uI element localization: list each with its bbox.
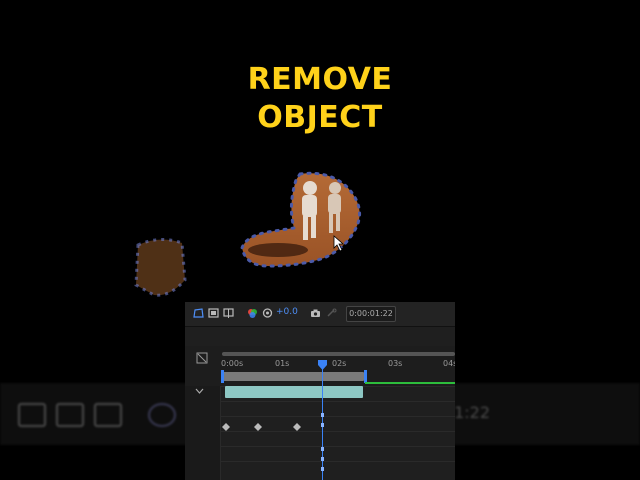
ghost-channels-icon — [148, 403, 176, 427]
ghost-mask-icon — [18, 403, 46, 427]
title-line-2: OBJECT — [257, 100, 383, 135]
mask-icon[interactable] — [193, 308, 204, 318]
tick-label: 02s — [332, 359, 347, 368]
masked-scene-preview[interactable] — [238, 166, 370, 270]
region-icon[interactable] — [208, 308, 219, 318]
table-row[interactable] — [220, 461, 455, 477]
tick-label: 03s — [388, 359, 403, 368]
work-area-start-handle[interactable] — [221, 370, 224, 383]
playhead-markers — [321, 413, 324, 471]
playhead-icon[interactable] — [318, 360, 327, 370]
layer-duration-bar[interactable] — [222, 372, 364, 381]
shadow — [248, 243, 308, 257]
panel-toolbar: +0.0 0:00:01:22 — [185, 302, 455, 327]
work-area-green-line — [365, 382, 455, 384]
tick-label: 01s — [275, 359, 290, 368]
keyframe-icon[interactable] — [222, 423, 230, 431]
grid-icon[interactable] — [223, 308, 234, 318]
title-line-1: REMOVE — [247, 62, 393, 97]
keyframe-icon[interactable] — [293, 423, 301, 431]
keyframe-icon[interactable] — [254, 423, 262, 431]
toggle-icon[interactable] — [196, 352, 208, 364]
layer-clip[interactable] — [225, 386, 363, 398]
exposure-value[interactable]: +0.0 — [276, 307, 298, 317]
ghost-mask-blob — [134, 238, 187, 297]
camera-icon[interactable] — [310, 308, 321, 318]
work-area-bar[interactable] — [222, 352, 455, 356]
timecode-display[interactable]: 0:00:01:22 — [346, 306, 396, 322]
tick-label: 04s — [443, 359, 455, 368]
channels-icon[interactable] — [247, 308, 258, 318]
ghost-region-icon — [56, 403, 84, 427]
table-row[interactable] — [220, 446, 455, 462]
ghost-timecode: 1:22 — [454, 403, 490, 422]
table-row[interactable] — [220, 401, 455, 417]
link-icon[interactable] — [326, 308, 337, 318]
table-row[interactable] — [220, 431, 455, 447]
exposure-icon[interactable] — [262, 308, 273, 318]
ghost-grid-icon — [94, 403, 122, 427]
tick-label: 0:00s — [221, 359, 244, 368]
timeline-panel: +0.0 0:00:01:22 0:00s 01s 02s 03s 04s — [185, 302, 455, 480]
